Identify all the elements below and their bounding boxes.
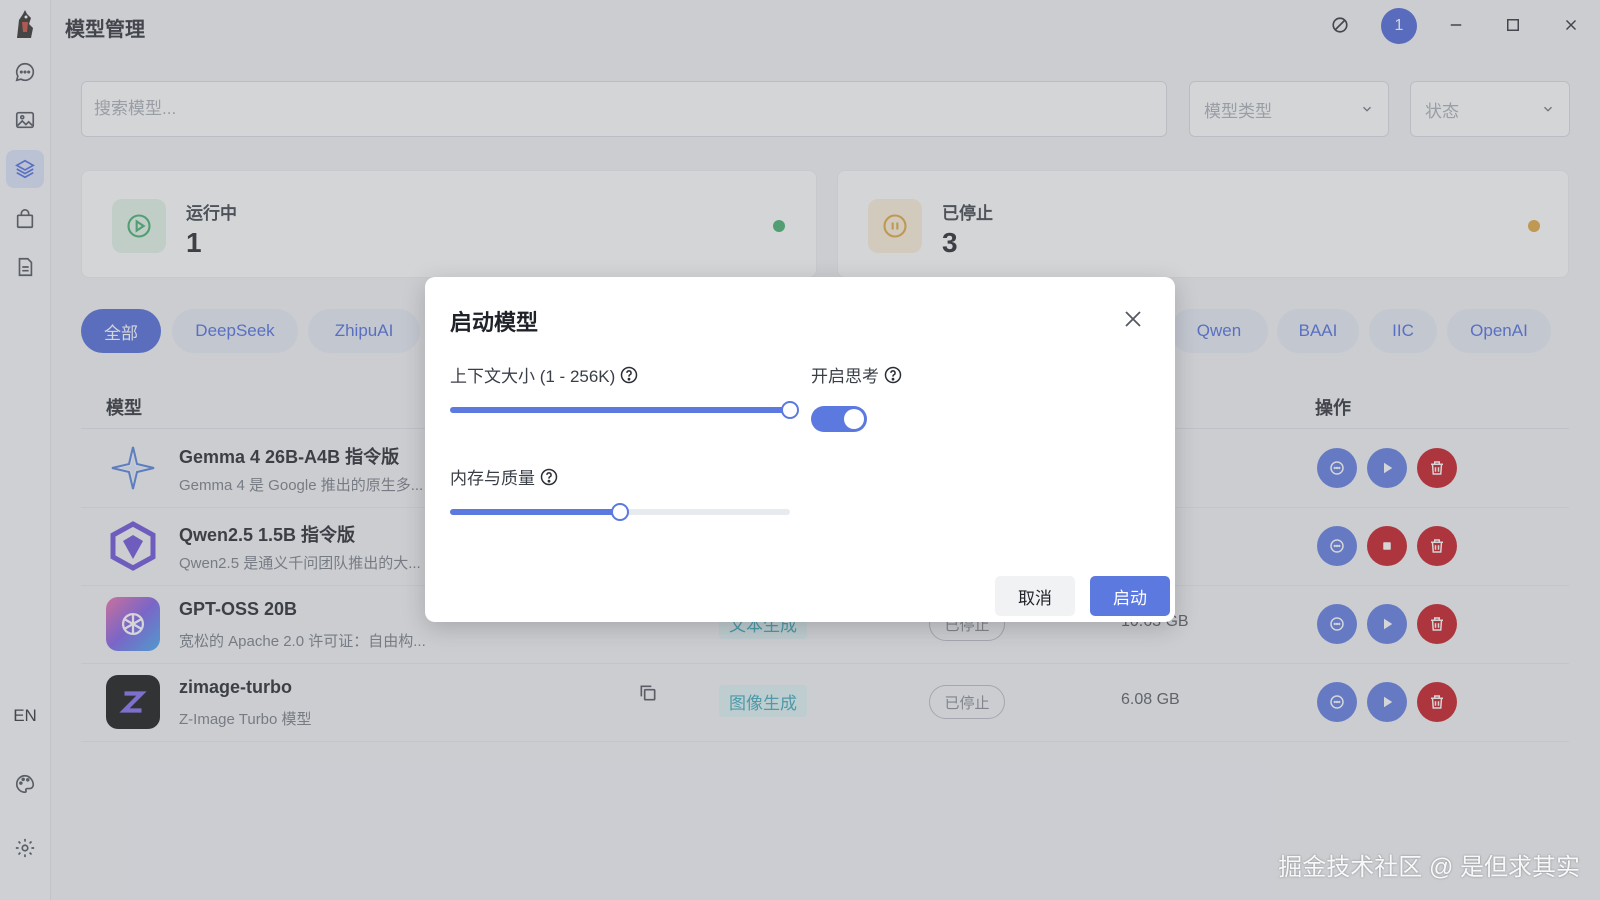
- memory-quality-fill: [450, 509, 620, 515]
- start-model-button[interactable]: 启动: [1090, 576, 1170, 616]
- help-icon[interactable]: [883, 365, 903, 385]
- memory-quality-text: 内存与质量: [450, 469, 535, 488]
- start-model-dialog: 启动模型 上下文大小 (1 - 256K) 开启思考 内存与质量 取消 启动: [425, 277, 1175, 622]
- watermark: 掘金技术社区 @ 是但求其实: [1278, 854, 1580, 881]
- cancel-button[interactable]: 取消: [995, 576, 1075, 616]
- memory-quality-thumb[interactable]: [611, 503, 629, 521]
- thinking-text: 开启思考: [811, 367, 879, 386]
- dialog-title: 启动模型: [450, 310, 539, 335]
- thinking-toggle[interactable]: [811, 406, 867, 432]
- help-icon[interactable]: [619, 365, 639, 385]
- context-size-slider[interactable]: [450, 401, 799, 419]
- toggle-knob: [844, 409, 864, 429]
- context-size-fill: [450, 407, 790, 413]
- memory-quality-slider[interactable]: [450, 503, 790, 521]
- close-icon[interactable]: [1121, 307, 1145, 331]
- help-icon[interactable]: [539, 467, 559, 487]
- context-size-text: 上下文大小 (1 - 256K): [450, 367, 616, 386]
- context-size-thumb[interactable]: [781, 401, 799, 419]
- thinking-label: 开启思考: [811, 362, 903, 387]
- context-size-label: 上下文大小 (1 - 256K): [450, 362, 639, 387]
- memory-quality-label: 内存与质量: [450, 464, 559, 489]
